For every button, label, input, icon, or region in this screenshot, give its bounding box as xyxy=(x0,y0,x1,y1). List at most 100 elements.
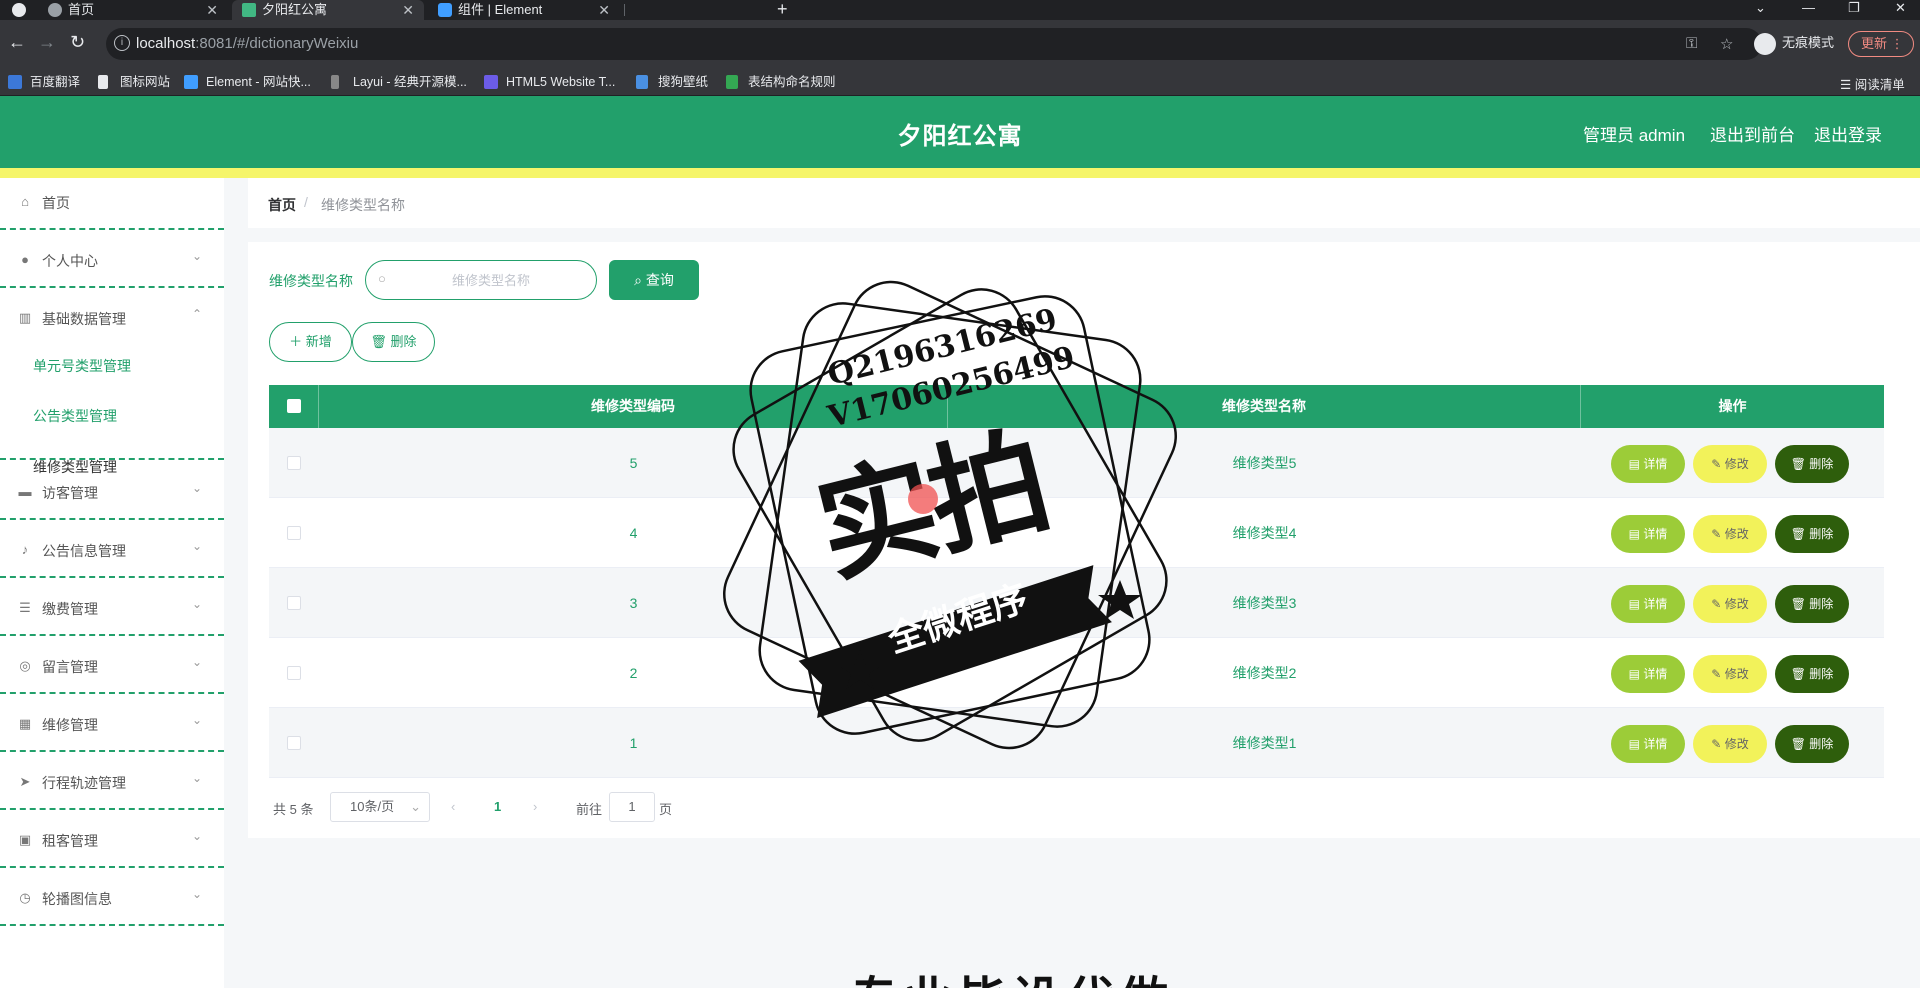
sidebar-item-label: 租客管理 xyxy=(42,833,98,849)
table-icon xyxy=(726,75,738,89)
site-info-icon[interactable]: i xyxy=(114,35,130,51)
close-tab-icon[interactable]: ✕ xyxy=(206,0,218,20)
batch-delete-button[interactable]: 🗑 删除 xyxy=(352,322,435,362)
bookmark-item[interactable]: Layui - 经典开源模... xyxy=(331,74,467,90)
sidebar-item-message[interactable]: ◎ 留言管理 ⌄ xyxy=(0,636,224,694)
sidebar-item-label: 缴费管理 xyxy=(42,601,98,617)
new-tab-icon[interactable]: + xyxy=(777,0,788,20)
submenu-unit-type[interactable]: 单元号类型管理 xyxy=(33,356,131,376)
search-field[interactable]: ○ xyxy=(365,260,597,300)
reading-list-icon: ☰ xyxy=(1840,78,1855,92)
row-checkbox[interactable] xyxy=(287,526,301,540)
sidebar-item-trajectory[interactable]: ➤ 行程轨迹管理 ⌄ xyxy=(0,752,224,810)
detail-button[interactable]: ▤ 详情 xyxy=(1611,445,1685,483)
table-row: 4 维修类型4 ▤ 详情 ✎ 修改 🗑 删除 xyxy=(269,498,1884,568)
browser-logo-icon xyxy=(12,3,26,17)
sidebar-item-label: 公告信息管理 xyxy=(42,543,126,559)
detail-button[interactable]: ▤ 详情 xyxy=(1611,585,1685,623)
page-number-current[interactable]: 1 xyxy=(494,799,501,814)
sidebar-item-payment[interactable]: ☰ 缴费管理 ⌄ xyxy=(0,578,224,636)
restore-icon[interactable]: ❐ xyxy=(1848,0,1860,16)
update-button[interactable]: 更新 ⋮ xyxy=(1848,31,1914,57)
chevron-down-icon: ⌄ xyxy=(192,539,203,553)
reload-icon[interactable]: ↻ xyxy=(70,32,85,52)
edit-button[interactable]: ✎ 修改 xyxy=(1693,655,1767,693)
sidebar-item-repair[interactable]: ▦ 维修管理 ⌄ xyxy=(0,694,224,752)
tab-label: 夕阳红公寓 xyxy=(262,2,328,17)
minimize-icon[interactable]: — xyxy=(1802,0,1815,16)
query-button[interactable]: ⌕ 查询 xyxy=(609,260,699,300)
key-icon[interactable]: ⚿ xyxy=(1686,35,1697,52)
browser-tab-app[interactable]: 夕阳红公寓 ✕ xyxy=(232,0,424,20)
star-icon[interactable]: ☆ xyxy=(1720,35,1733,53)
row-checkbox[interactable] xyxy=(287,456,301,470)
reading-list-button[interactable]: ☰ 阅读清单 xyxy=(1840,74,1905,93)
search-icon: ⌕ xyxy=(634,272,646,288)
bookmark-item[interactable]: Element - 网站快... xyxy=(184,74,311,90)
search-input[interactable] xyxy=(396,269,586,291)
sidebar-item-carousel[interactable]: ◷ 轮播图信息 ⌄ xyxy=(0,868,224,926)
detail-button[interactable]: ▤ 详情 xyxy=(1611,655,1685,693)
breadcrumb-home[interactable]: 首页 xyxy=(268,195,296,215)
submenu-notice-type[interactable]: 公告类型管理 xyxy=(33,406,117,426)
browser-tab-element[interactable]: 组件 | Element ✕ xyxy=(428,0,620,20)
edit-button[interactable]: ✎ 修改 xyxy=(1693,585,1767,623)
delete-button[interactable]: 🗑 删除 xyxy=(1775,445,1849,483)
mouse-cursor-highlight xyxy=(908,484,938,514)
library-icon: ▥ xyxy=(18,310,32,325)
sidebar-item-personal[interactable]: ● 个人中心 ⌄ xyxy=(0,230,224,288)
bookmarks-bar: 百度翻译 图标网站 Element - 网站快... Layui - 经典开源模… xyxy=(0,68,1920,96)
logout-link[interactable]: 退出登录 xyxy=(1814,121,1882,146)
bookmark-item[interactable]: HTML5 Website T... xyxy=(484,74,615,90)
goto-page-input[interactable]: 1 xyxy=(609,792,655,822)
main-panel: 维修类型名称 ○ ⌕ 查询 ＋ 新增 🗑 删除 维修类型编码 维修类型名称 操作… xyxy=(248,242,1920,838)
chevron-up-icon: ⌃ xyxy=(192,307,203,321)
browser-tab-home[interactable]: 首页 ✕ xyxy=(38,0,228,20)
exit-to-front-link[interactable]: 退出到前台 xyxy=(1710,121,1795,146)
detail-button[interactable]: ▤ 详情 xyxy=(1611,515,1685,553)
url-field[interactable]: i localhost:8081/#/dictionaryWeixiu ⚿ ☆ xyxy=(106,28,1762,60)
next-page-icon[interactable]: › xyxy=(533,799,537,814)
delete-button[interactable]: 🗑 删除 xyxy=(1775,515,1849,553)
tab-label: 首页 xyxy=(68,2,95,17)
forward-icon[interactable]: → xyxy=(38,32,56,52)
detail-button[interactable]: ▤ 详情 xyxy=(1611,725,1685,763)
breadcrumb: 首页 / 维修类型名称 xyxy=(248,178,1920,228)
page-size-select[interactable]: 10条/页 ⌄ xyxy=(330,792,430,822)
tab-search-icon[interactable]: ⌄ xyxy=(1755,0,1766,16)
row-checkbox[interactable] xyxy=(287,736,301,750)
column-header-name: 维修类型名称 xyxy=(948,385,1581,428)
row-checkbox[interactable] xyxy=(287,596,301,610)
add-button[interactable]: ＋ 新增 xyxy=(269,322,352,362)
sidebar-item-label: 留言管理 xyxy=(42,659,98,675)
edit-button[interactable]: ✎ 修改 xyxy=(1693,725,1767,763)
edit-button[interactable]: ✎ 修改 xyxy=(1693,515,1767,553)
window-close-icon[interactable]: ✕ xyxy=(1895,0,1906,16)
sidebar-item-tenant[interactable]: ▣ 租客管理 ⌄ xyxy=(0,810,224,868)
bookmark-item[interactable]: 表结构命名规则 xyxy=(726,74,836,90)
home-icon: ⌂ xyxy=(21,194,29,209)
back-icon[interactable]: ← xyxy=(8,32,26,52)
row-checkbox[interactable] xyxy=(287,666,301,680)
close-tab-icon[interactable]: ✕ xyxy=(402,0,414,20)
bookmark-item[interactable]: 百度翻译 xyxy=(8,74,80,90)
sidebar-item-basic-data[interactable]: ▥ 基础数据管理 ⌃ xyxy=(0,288,224,346)
send-icon: ➤ xyxy=(19,774,31,789)
table-row: 5 维修类型5 ▤ 详情 ✎ 修改 🗑 删除 xyxy=(269,428,1884,498)
sidebar-item-home[interactable]: ⌂ 首页 xyxy=(0,172,224,230)
sidebar-item-visitor[interactable]: ▬ 访客管理 ⌄ xyxy=(0,462,224,520)
close-tab-icon[interactable]: ✕ xyxy=(598,0,610,20)
sidebar-item-notice[interactable]: ♪ 公告信息管理 ⌄ xyxy=(0,520,224,578)
delete-button[interactable]: 🗑 删除 xyxy=(1775,655,1849,693)
edit-button[interactable]: ✎ 修改 xyxy=(1693,445,1767,483)
sidebar: ⌂ 首页 ● 个人中心 ⌄ ▥ 基础数据管理 ⌃ 单元号类型管理 公告类型管理 … xyxy=(0,178,224,988)
delete-button[interactable]: 🗑 删除 xyxy=(1775,725,1849,763)
bookmark-item[interactable]: 图标网站 xyxy=(98,74,170,90)
bookmark-item[interactable]: 搜狗壁纸 xyxy=(636,74,708,90)
translate-icon xyxy=(8,75,22,89)
select-all-checkbox[interactable] xyxy=(287,399,301,413)
prev-page-icon[interactable]: ‹ xyxy=(451,799,455,814)
sliders-icon: ☰ xyxy=(19,600,31,615)
delete-button[interactable]: 🗑 删除 xyxy=(1775,585,1849,623)
sidebar-item-label: 访客管理 xyxy=(42,485,98,501)
